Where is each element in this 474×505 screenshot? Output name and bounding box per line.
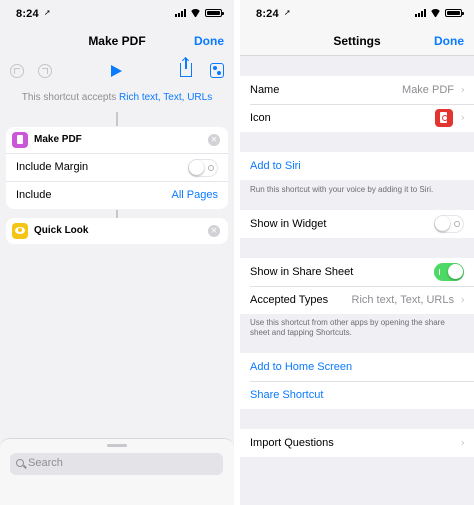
nav-bar: Make PDF Done: [0, 28, 234, 54]
done-button[interactable]: Done: [434, 34, 464, 48]
location-icon: ➚: [44, 8, 51, 17]
include-margin-switch[interactable]: [188, 159, 218, 177]
pdf-document-icon: [435, 109, 453, 127]
accepts-types-link[interactable]: Rich text, Text, URLs: [119, 92, 212, 103]
done-button[interactable]: Done: [194, 34, 224, 48]
icon-row[interactable]: Icon ›: [240, 104, 474, 132]
actions-sheet: Search: [0, 438, 234, 505]
wifi-icon: [190, 9, 201, 17]
home-share-group: Add to Home Screen Share Shortcut: [240, 353, 474, 409]
chevron-right-icon: ›: [460, 293, 465, 306]
name-value: Make PDF: [402, 84, 454, 96]
undo-icon[interactable]: [10, 64, 24, 78]
share-sheet-footnote: Use this shortcut from other apps by ope…: [250, 318, 445, 337]
signal-icon: [415, 9, 426, 17]
name-label: Name: [250, 84, 280, 96]
share-sheet-group: Show in Share Sheet Accepted Types Rich …: [240, 258, 474, 314]
accepts-text: This shortcut accepts Rich text, Text, U…: [0, 92, 234, 103]
share-icon[interactable]: [180, 58, 192, 77]
status-time: 8:24: [256, 8, 279, 20]
status-bar: 8:24 ➚: [240, 0, 474, 24]
chevron-right-icon: ›: [460, 83, 465, 96]
accepted-types-value: Rich text, Text, URLs: [351, 294, 455, 306]
remove-action-icon[interactable]: ×: [208, 134, 220, 146]
settings-toggles-icon[interactable]: [210, 63, 224, 78]
document-icon: [12, 132, 28, 148]
battery-icon: [445, 9, 464, 17]
name-icon-group: Name Make PDF › Icon ›: [240, 76, 474, 132]
show-in-share-sheet-switch[interactable]: [434, 263, 464, 281]
flow-connector: [116, 210, 118, 218]
share-shortcut-button[interactable]: Share Shortcut: [250, 389, 323, 401]
siri-footnote: Run this shortcut with your voice by add…: [250, 185, 434, 194]
nav-bar: Settings Done: [240, 24, 474, 56]
include-value[interactable]: All Pages: [172, 189, 218, 201]
add-to-siri-button[interactable]: Add to Siri: [250, 160, 301, 172]
status-time: 8:24: [16, 8, 39, 20]
show-in-share-sheet-label: Show in Share Sheet: [250, 266, 354, 278]
eye-icon: [12, 223, 28, 239]
action-title: Quick Look: [34, 225, 89, 236]
search-icon: [16, 459, 24, 467]
redo-icon[interactable]: [38, 64, 52, 78]
wifi-icon: [430, 9, 441, 17]
signal-icon: [175, 9, 186, 17]
accepts-prefix: This shortcut accepts: [21, 92, 117, 103]
show-in-widget-switch[interactable]: [434, 215, 464, 233]
share-shortcut-row[interactable]: Share Shortcut: [240, 381, 474, 409]
action-title: Make PDF: [34, 134, 82, 145]
flow-connector: [116, 112, 118, 126]
include-label: Include: [16, 189, 52, 201]
battery-icon: [205, 9, 224, 17]
editor-toolbar: [0, 58, 234, 84]
import-questions-label: Import Questions: [250, 437, 334, 449]
include-row: Include All Pages: [6, 181, 228, 209]
status-bar: 8:24 ➚: [0, 0, 234, 24]
include-margin-label: Include Margin: [16, 161, 89, 173]
accepted-types-row[interactable]: Accepted Types Rich text, Text, URLs ›: [240, 286, 474, 314]
shortcut-editor-screen: 8:24 ➚ Make PDF Done This shortcut accep…: [0, 0, 234, 505]
add-to-siri-row[interactable]: Add to Siri: [240, 152, 474, 180]
add-to-home-screen-button[interactable]: Add to Home Screen: [250, 361, 352, 373]
chevron-right-icon: ›: [460, 111, 465, 124]
sheet-grabber[interactable]: [107, 444, 127, 447]
search-placeholder: Search: [28, 457, 63, 469]
chevron-right-icon: ›: [460, 436, 465, 449]
show-in-widget-row: Show in Widget: [240, 210, 474, 238]
show-in-share-sheet-row: Show in Share Sheet: [240, 258, 474, 286]
settings-screen: 8:24 ➚ Settings Done Name Make PDF › Ico…: [240, 0, 474, 505]
accepted-types-label: Accepted Types: [250, 294, 329, 306]
location-icon: ➚: [284, 8, 291, 17]
make-pdf-action-card[interactable]: Make PDF × Include Margin Include All Pa…: [6, 127, 228, 209]
siri-group: Add to Siri: [240, 152, 474, 180]
show-in-widget-label: Show in Widget: [250, 218, 327, 230]
add-to-home-screen-row[interactable]: Add to Home Screen: [240, 353, 474, 381]
import-questions-row[interactable]: Import Questions ›: [240, 429, 474, 457]
name-row[interactable]: Name Make PDF ›: [240, 76, 474, 104]
icon-label: Icon: [250, 112, 271, 124]
remove-action-icon[interactable]: ×: [208, 225, 220, 237]
play-icon[interactable]: [111, 65, 122, 77]
widget-group: Show in Widget: [240, 210, 474, 238]
search-field[interactable]: Search: [10, 453, 223, 475]
import-group: Import Questions ›: [240, 429, 474, 457]
quick-look-action-card[interactable]: Quick Look ×: [6, 218, 228, 244]
include-margin-row: Include Margin: [6, 153, 228, 181]
